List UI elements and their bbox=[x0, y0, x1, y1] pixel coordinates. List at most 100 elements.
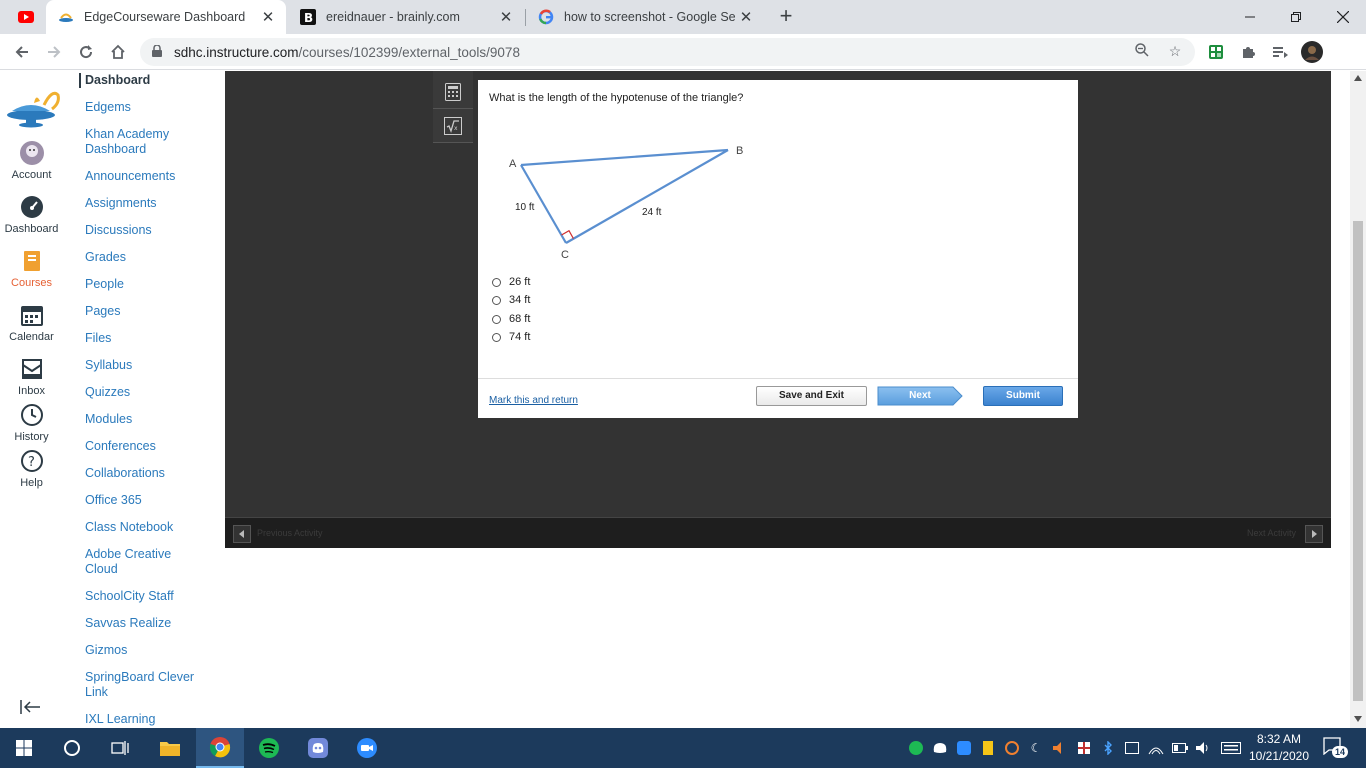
course-nav-item[interactable]: SchoolCity Staff bbox=[85, 589, 200, 604]
answer-option[interactable]: 26 ft bbox=[492, 276, 530, 288]
reading-list-button[interactable] bbox=[1268, 40, 1292, 64]
close-window-button[interactable] bbox=[1320, 0, 1366, 34]
global-nav-account[interactable]: Account bbox=[0, 141, 63, 181]
course-nav-item[interactable]: Announcements bbox=[85, 169, 200, 184]
formula-button[interactable]: x bbox=[433, 109, 473, 143]
orange-app-tray-icon[interactable] bbox=[1004, 740, 1020, 756]
extension-sheets-button[interactable] bbox=[1204, 40, 1228, 64]
spotify-tray-icon[interactable] bbox=[908, 740, 924, 756]
course-nav-item[interactable]: Discussions bbox=[85, 223, 200, 238]
mark-and-return-link[interactable]: Mark this and return bbox=[489, 395, 578, 406]
scroll-up-icon[interactable] bbox=[1354, 75, 1362, 81]
system-clock[interactable]: 8:32 AM 10/21/2020 bbox=[1244, 731, 1314, 765]
global-nav-calendar[interactable]: Calendar bbox=[0, 303, 63, 343]
submit-button[interactable]: Submit bbox=[983, 386, 1063, 406]
security-tray-icon[interactable] bbox=[980, 740, 996, 756]
new-tab-button[interactable]: + bbox=[775, 5, 797, 27]
scroll-down-icon[interactable] bbox=[1354, 716, 1362, 722]
search-button[interactable] bbox=[48, 728, 96, 768]
course-nav-item[interactable]: Khan Academy Dashboard bbox=[85, 127, 200, 157]
radio-button[interactable] bbox=[492, 332, 501, 342]
youtube-pinned-tab[interactable] bbox=[8, 0, 44, 34]
course-nav-item[interactable]: People bbox=[85, 277, 200, 292]
close-tab-icon[interactable]: ✕ bbox=[258, 7, 278, 27]
course-nav-item[interactable]: IXL Learning bbox=[85, 712, 200, 727]
course-nav-item[interactable]: Conferences bbox=[85, 439, 200, 454]
forward-button[interactable] bbox=[42, 40, 66, 64]
canvas-lamp-logo[interactable] bbox=[4, 81, 62, 131]
back-button[interactable] bbox=[10, 40, 34, 64]
tab-google[interactable]: how to screenshot - Google Sear ✕ bbox=[526, 0, 764, 34]
chrome-taskbar-button[interactable] bbox=[196, 728, 244, 768]
course-nav-item[interactable]: Files bbox=[85, 331, 200, 346]
zoom-tray-icon[interactable] bbox=[956, 740, 972, 756]
collapse-nav-button[interactable] bbox=[20, 699, 42, 715]
spotify-taskbar-button[interactable] bbox=[245, 728, 293, 768]
profile-button[interactable] bbox=[1300, 40, 1324, 64]
next-button[interactable]: Next bbox=[877, 386, 963, 406]
extensions-button[interactable] bbox=[1236, 40, 1260, 64]
course-nav-item[interactable]: Edgems bbox=[85, 100, 200, 115]
shield-tray-icon[interactable] bbox=[1076, 740, 1092, 756]
tab-edgecourseware[interactable]: EdgeCourseware Dashboard ✕ bbox=[46, 0, 286, 34]
zoom-icon[interactable] bbox=[1133, 43, 1151, 61]
calculator-button[interactable] bbox=[433, 75, 473, 109]
file-explorer-button[interactable] bbox=[146, 728, 194, 768]
bookmark-star-icon[interactable]: ☆ bbox=[1166, 43, 1184, 61]
page-scrollbar[interactable] bbox=[1350, 71, 1366, 728]
display-tray-icon[interactable] bbox=[1124, 740, 1140, 756]
next-activity-button[interactable] bbox=[1305, 525, 1323, 543]
wifi-tray-icon[interactable] bbox=[1148, 740, 1164, 756]
battery-tray-icon[interactable] bbox=[1172, 740, 1188, 756]
radio-button[interactable] bbox=[492, 277, 501, 287]
answer-option[interactable]: 34 ft bbox=[492, 294, 530, 306]
bluetooth-tray-icon[interactable] bbox=[1100, 740, 1116, 756]
global-nav-inbox[interactable]: Inbox bbox=[0, 357, 63, 397]
home-button[interactable] bbox=[106, 40, 130, 64]
reload-button[interactable] bbox=[74, 40, 98, 64]
course-nav-item[interactable]: Adobe Creative Cloud bbox=[85, 547, 200, 577]
close-tab-icon[interactable]: ✕ bbox=[496, 7, 516, 27]
course-nav-item[interactable]: Grades bbox=[85, 250, 200, 265]
course-nav-item[interactable]: Modules bbox=[85, 412, 200, 427]
minimize-button[interactable] bbox=[1227, 0, 1273, 34]
global-nav-help[interactable]: ? Help bbox=[0, 449, 63, 489]
scrollbar-thumb[interactable] bbox=[1353, 221, 1363, 701]
course-nav-item[interactable]: Gizmos bbox=[85, 643, 200, 658]
close-tab-icon[interactable]: ✕ bbox=[736, 7, 756, 27]
save-and-exit-button[interactable]: Save and Exit bbox=[756, 386, 867, 406]
course-nav-item[interactable]: Collaborations bbox=[85, 466, 200, 481]
speaker-tray-icon[interactable] bbox=[1196, 740, 1212, 756]
answer-option[interactable]: 74 ft bbox=[492, 331, 530, 343]
global-nav-history[interactable]: History bbox=[0, 403, 63, 443]
discord-tray-icon[interactable] bbox=[932, 740, 948, 756]
action-center-button[interactable]: 14 bbox=[1323, 737, 1349, 759]
radio-button[interactable] bbox=[492, 314, 501, 324]
tab-title: ereidnauer - brainly.com bbox=[326, 10, 460, 24]
address-bar[interactable]: sdhc.instructure.com/courses/102399/exte… bbox=[140, 38, 1195, 66]
global-nav-dashboard[interactable]: Dashboard bbox=[0, 195, 63, 235]
zoom-taskbar-button[interactable] bbox=[343, 728, 391, 768]
course-nav-item[interactable]: Office 365 bbox=[85, 493, 200, 508]
tab-brainly[interactable]: B ereidnauer - brainly.com ✕ bbox=[288, 0, 524, 34]
answer-option[interactable]: 68 ft bbox=[492, 313, 530, 325]
global-nav-courses[interactable]: Courses bbox=[0, 249, 63, 289]
radio-button[interactable] bbox=[492, 295, 501, 305]
course-nav-item[interactable]: SpringBoard Clever Link bbox=[85, 670, 200, 700]
course-nav-item[interactable]: Assignments bbox=[85, 196, 200, 211]
task-view-button[interactable] bbox=[96, 728, 144, 768]
tab-title: how to screenshot - Google Sear bbox=[564, 10, 736, 24]
course-nav-item[interactable]: Class Notebook bbox=[85, 520, 200, 535]
restore-button[interactable] bbox=[1273, 0, 1319, 34]
course-nav-item[interactable]: Pages bbox=[85, 304, 200, 319]
course-nav-dashboard-current[interactable]: Dashboard bbox=[79, 73, 194, 88]
previous-activity-button[interactable] bbox=[233, 525, 251, 543]
course-nav-item[interactable]: Quizzes bbox=[85, 385, 200, 400]
course-nav-item[interactable]: Savvas Realize bbox=[85, 616, 200, 631]
keyboard-tray-icon[interactable] bbox=[1220, 740, 1242, 756]
start-button[interactable] bbox=[0, 728, 48, 768]
night-light-tray-icon[interactable]: ☾ bbox=[1028, 740, 1044, 756]
volume-muted-tray-icon[interactable] bbox=[1052, 740, 1068, 756]
discord-taskbar-button[interactable] bbox=[294, 728, 342, 768]
course-nav-item[interactable]: Syllabus bbox=[85, 358, 200, 373]
